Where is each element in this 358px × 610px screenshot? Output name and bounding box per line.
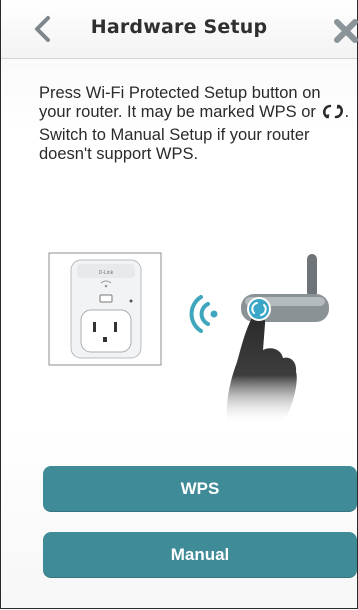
close-x-icon[interactable]	[333, 18, 358, 44]
manual-instruction: Switch to Manual Setup if your router do…	[39, 126, 310, 163]
hand-image	[226, 314, 297, 425]
wps-instruction-end: .	[344, 103, 350, 121]
smart-plug-image: D-Link	[48, 252, 162, 366]
router-wps-button	[247, 297, 271, 321]
wps-illustration: D-Link	[48, 252, 329, 425]
wps-instruction-text: Press Wi-Fi Protected Setup button on yo…	[39, 84, 321, 121]
wps-instruction: Press Wi-Fi Protected Setup button on yo…	[39, 84, 355, 122]
page-title: Hardware Setup	[90, 16, 268, 38]
plug-brand-text: D-Link	[99, 270, 114, 276]
app-screen: Hardware Setup Press Wi-Fi Protected Set…	[0, 0, 358, 609]
wireless-signal-icon	[189, 295, 218, 333]
manual-button[interactable]: Manual	[43, 532, 357, 578]
wps-button[interactable]: WPS	[43, 466, 357, 512]
header-bar: Hardware Setup	[1, 0, 358, 59]
wps-icon	[322, 104, 343, 119]
instructions-text: Press Wi-Fi Protected Setup button on yo…	[39, 84, 355, 168]
